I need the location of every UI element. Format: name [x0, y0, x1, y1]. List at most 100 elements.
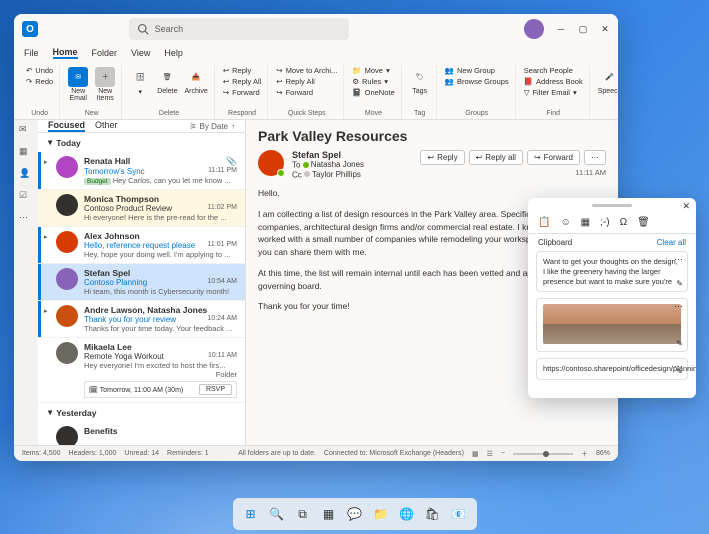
outlook-taskbar-icon[interactable]: 📧 — [449, 504, 469, 524]
search-input[interactable]: Search — [129, 18, 349, 40]
start-button[interactable]: ⊞ — [241, 504, 261, 524]
trash-icon[interactable]: 🗑 — [637, 217, 650, 228]
status-items: Items: 4,500 — [22, 450, 61, 457]
clipboard-toolbar: 📋 ☺ ▦ ;-) Ω 🗑 — [528, 212, 696, 234]
section-yesterday[interactable]: ▾ Yesterday — [38, 403, 245, 422]
email-subject: Park Valley Resources — [258, 128, 606, 144]
rules-button[interactable]: ⚙ Rules ▾ — [350, 76, 396, 87]
new-items-button[interactable]: ＋New Items — [93, 65, 117, 104]
item-menu-icon[interactable]: ⋯ — [674, 254, 683, 266]
mail-icon[interactable]: ✉ — [19, 124, 33, 138]
pin-icon[interactable]: ✎ — [676, 367, 683, 377]
message-item[interactable]: ▸ Alex Johnson Hello, reference request … — [38, 227, 245, 264]
quickstep-move[interactable]: ↪ Move to Archi... — [274, 65, 339, 76]
view-normal-icon[interactable]: ▦ — [472, 450, 479, 458]
chat-icon[interactable]: 💬 — [345, 504, 365, 524]
zoom-slider[interactable] — [513, 453, 573, 455]
view-reading-icon[interactable]: ☰ — [487, 450, 493, 458]
message-item-selected[interactable]: Stefan Spel Contoso Planning10:54 AM Hi … — [38, 264, 245, 301]
outlook-app-icon: O — [22, 21, 38, 37]
status-reminders: Reminders: 1 — [167, 450, 209, 457]
zoom-in-icon[interactable]: ＋ — [581, 449, 588, 459]
user-avatar[interactable] — [524, 19, 544, 39]
tasks-icon[interactable]: ☑ — [19, 190, 33, 204]
zoom-out-icon[interactable]: − — [501, 450, 505, 457]
reply-all-action[interactable]: ↩ Reply all — [469, 150, 523, 165]
recipient-cc[interactable]: Taylor Phillips — [312, 170, 361, 179]
kaomoji-tab-icon[interactable]: ;-) — [600, 217, 609, 228]
calendar-event-chip: 🗓 Tomorrow, 11:00 AM (30m) RSVP — [84, 381, 237, 398]
tab-focused[interactable]: Focused — [48, 120, 85, 132]
address-book-button[interactable]: 📕 Address Book — [522, 76, 585, 87]
delete-dropdown[interactable]: 🗄▾ — [128, 65, 152, 98]
calendar-icon[interactable]: ▦ — [19, 146, 33, 160]
clear-all-button[interactable]: Clear all — [657, 238, 686, 247]
quickstep-forward[interactable]: ↪ Forward — [274, 87, 339, 98]
browse-groups-button[interactable]: 👥 Browse Groups — [443, 76, 511, 87]
more-icon[interactable]: ⋯ — [19, 212, 33, 226]
widgets-icon[interactable]: ▦ — [319, 504, 339, 524]
message-item[interactable]: Mikaela Lee Remote Yoga Workout10:11 AM … — [38, 338, 245, 403]
menu-file[interactable]: File — [24, 48, 39, 58]
message-list: Focused Other ⚞ By Date ↑ ▾ Today ▸ Rena… — [38, 120, 246, 445]
speech-button[interactable]: 🎤Speech — [596, 65, 618, 97]
file-explorer-icon[interactable]: 📁 — [371, 504, 391, 524]
menu-folder[interactable]: Folder — [92, 48, 118, 58]
ribbon-group-delete: Delete — [159, 110, 179, 119]
clipboard-item-link[interactable]: https://contoso.sharepoint/officedesign/… — [536, 358, 688, 380]
new-email-button[interactable]: ✉New Email — [66, 65, 90, 104]
pin-icon[interactable]: ✎ — [676, 279, 683, 289]
store-icon[interactable]: 🛍 — [423, 504, 443, 524]
menu-home[interactable]: Home — [53, 47, 78, 59]
minimize-button[interactable]: ─ — [556, 24, 566, 34]
forward-action[interactable]: ↪ Forward — [527, 150, 580, 165]
item-menu-icon[interactable]: ⋯ — [674, 301, 683, 313]
task-view-icon[interactable]: ⧉ — [293, 504, 313, 524]
search-placeholder: Search — [155, 24, 184, 34]
maximize-button[interactable]: ▢ — [578, 24, 588, 34]
reply-all-button[interactable]: ↩ Reply All — [221, 76, 263, 87]
new-group-button[interactable]: 👥 New Group — [443, 65, 511, 76]
forward-button[interactable]: ↪ Forward — [221, 87, 263, 98]
rsvp-button[interactable]: RSVP — [199, 384, 232, 395]
filter-email-button[interactable]: ▽ Filter Email ▾ — [522, 87, 585, 98]
message-item[interactable]: Monica Thompson Contoso Product Review11… — [38, 190, 245, 227]
clipboard-item-text[interactable]: Want to get your thoughts on the design,… — [536, 251, 688, 292]
edge-icon[interactable]: 🌐 — [397, 504, 417, 524]
section-today[interactable]: ▾ Today — [38, 133, 245, 152]
search-people-input[interactable]: Search People — [522, 65, 585, 76]
more-actions[interactable]: ⋯ — [584, 150, 606, 165]
pin-icon[interactable]: ✎ — [676, 339, 683, 349]
tags-button[interactable]: 🏷Tags — [408, 65, 432, 97]
menu-help[interactable]: Help — [164, 48, 183, 58]
gif-tab-icon[interactable]: ▦ — [581, 217, 590, 228]
clipboard-item-image[interactable]: ⋯ ✎ — [536, 298, 688, 352]
search-taskbar-icon[interactable]: 🔍 — [267, 504, 287, 524]
move-button[interactable]: 📁 Move ▾ — [350, 65, 396, 76]
delete-button[interactable]: 🗑Delete — [155, 65, 179, 97]
redo-button[interactable]: ↷ Redo — [24, 76, 55, 87]
people-icon[interactable]: 👤 — [19, 168, 33, 182]
message-item[interactable]: ▸ Andre Lawson, Natasha Jones Thank you … — [38, 301, 245, 338]
onenote-button[interactable]: 📓 OneNote — [350, 87, 396, 98]
drag-handle[interactable] — [592, 204, 632, 207]
close-button[interactable]: ✕ — [600, 24, 610, 34]
close-clipboard-button[interactable]: ✕ — [682, 201, 690, 212]
archive-button[interactable]: 📥Archive — [182, 65, 209, 97]
reply-action[interactable]: ↩ Reply — [420, 150, 464, 165]
menu-view[interactable]: View — [131, 48, 150, 58]
status-headers: Headers: 1,000 — [69, 450, 117, 457]
undo-button[interactable]: ↶ Undo — [24, 65, 55, 76]
sort-by-date[interactable]: ⚞ By Date ↑ — [189, 122, 235, 131]
symbols-tab-icon[interactable]: Ω — [620, 217, 627, 228]
clipboard-tab-icon[interactable]: 📋 — [538, 217, 550, 228]
tab-other[interactable]: Other — [95, 120, 118, 132]
message-item[interactable]: ▸ Renata Hall 📎 Tomorrow's Sync11:11 PM … — [38, 152, 245, 190]
quickstep-reply[interactable]: ↩ Reply All — [274, 76, 339, 87]
ribbon-group-undo: Undo — [31, 110, 48, 119]
ribbon-group-move: Move — [365, 110, 382, 119]
recipient-to[interactable]: Natasha Jones — [311, 160, 364, 169]
emoji-tab-icon[interactable]: ☺ — [560, 217, 570, 228]
message-item[interactable]: Benefits — [38, 422, 245, 445]
reply-button[interactable]: ↩ Reply — [221, 65, 263, 76]
